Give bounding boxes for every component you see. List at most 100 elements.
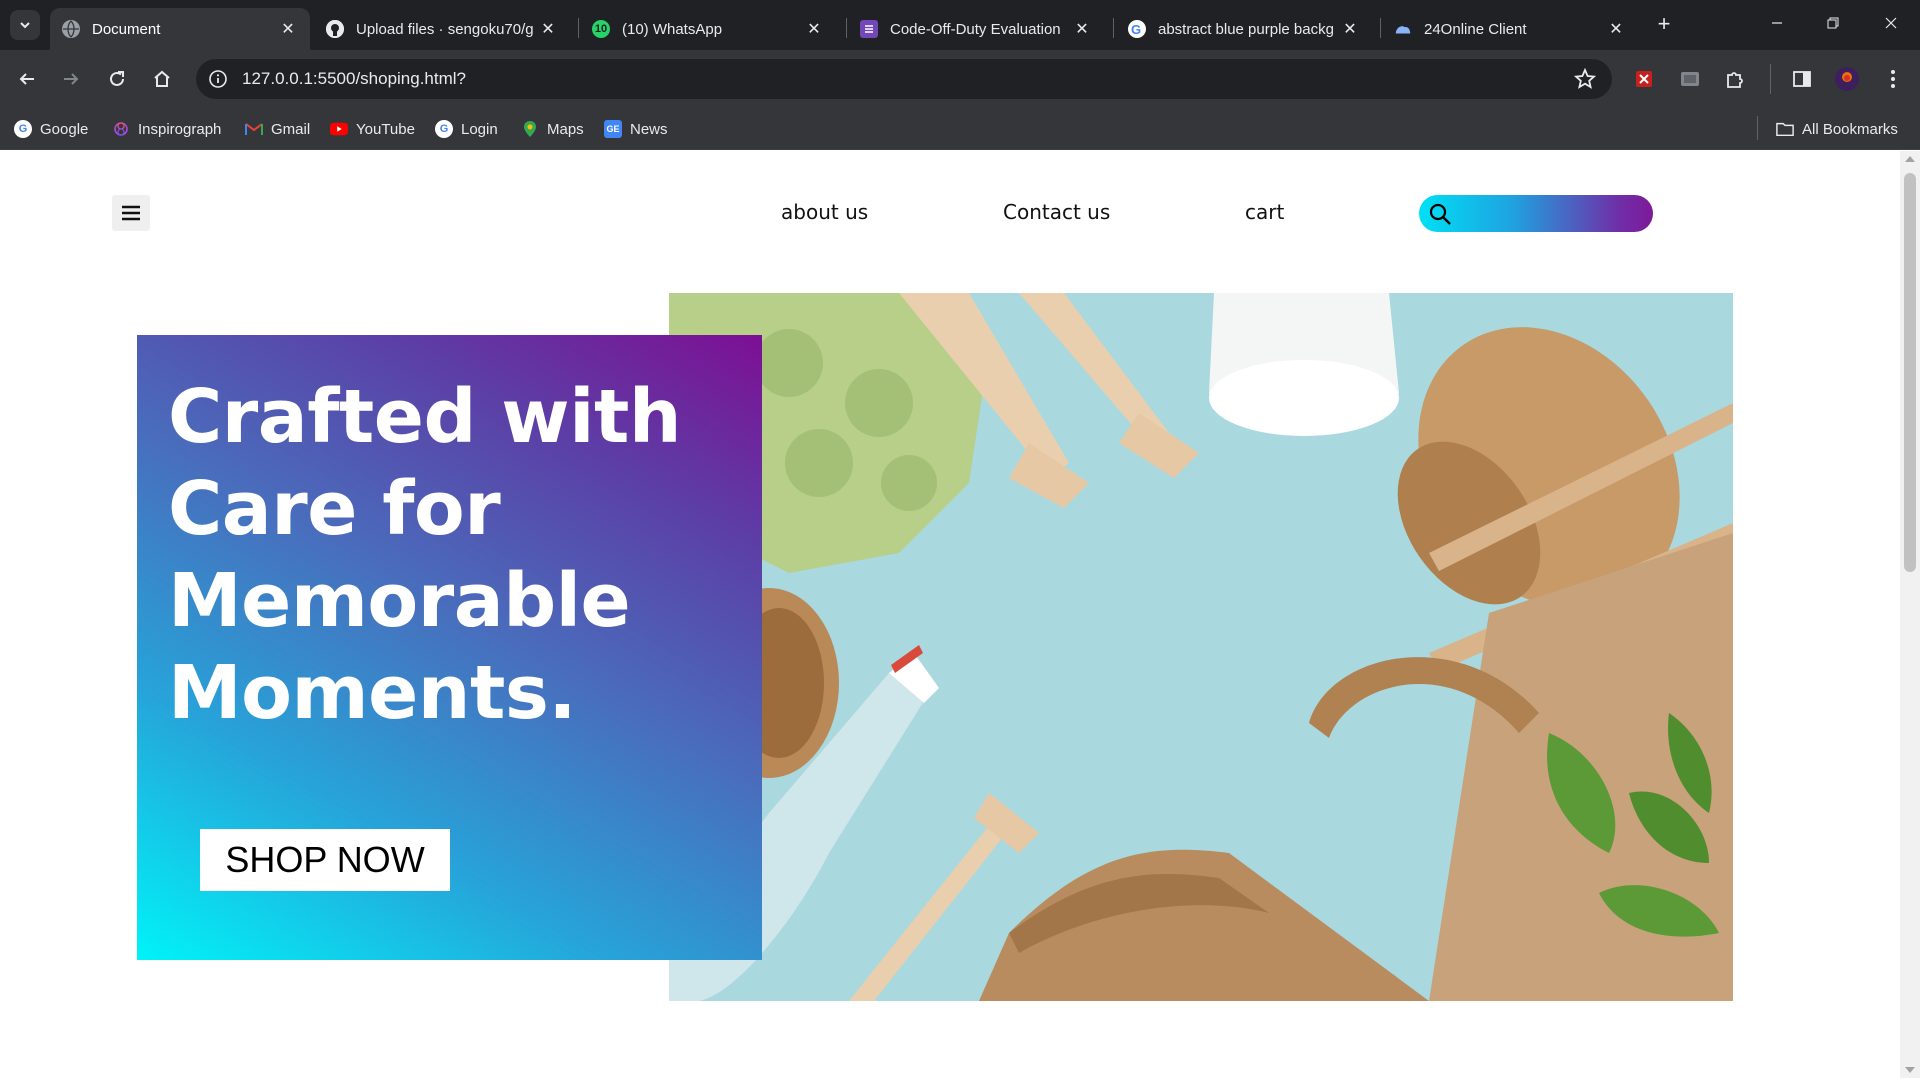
home-button[interactable] — [147, 64, 177, 94]
github-icon — [326, 20, 344, 38]
new-tab-button[interactable]: + — [1652, 12, 1676, 36]
extension-red-icon — [1636, 71, 1652, 87]
profile-button[interactable] — [1834, 66, 1860, 92]
youtube-icon — [330, 120, 348, 138]
chevron-down-icon — [20, 22, 30, 29]
tab-title: (10) WhatsApp — [622, 20, 723, 38]
spirograph-icon — [112, 120, 130, 138]
arrow-left-icon — [19, 73, 34, 85]
bookmark-label: News — [630, 120, 668, 138]
nav-about-link[interactable]: about us — [781, 200, 868, 224]
screenshot-extension-icon — [1681, 72, 1699, 86]
nav-contact-link[interactable]: Contact us — [1003, 200, 1110, 224]
eco-tableware-photo — [669, 293, 1733, 1001]
google-icon: G — [1128, 20, 1146, 38]
nav-cart-link[interactable]: cart — [1245, 200, 1284, 224]
forms-icon — [860, 20, 878, 38]
info-icon[interactable] — [206, 67, 230, 91]
scroll-up-arrow-icon[interactable] — [1905, 156, 1915, 162]
avatar — [1835, 67, 1859, 91]
news-icon: GE — [604, 120, 622, 138]
browser-menu-button[interactable] — [1880, 66, 1906, 92]
tab-title: Document — [92, 20, 161, 38]
home-icon — [154, 70, 170, 87]
tab-separator — [1113, 18, 1114, 38]
scrollbar-thumb[interactable] — [1904, 173, 1916, 572]
search-icon — [1429, 203, 1451, 225]
bookmark-label: Maps — [547, 120, 584, 138]
globe-icon — [62, 20, 80, 38]
tab-strip: Document ✕ Upload files · sengoku70/g ✕ … — [0, 0, 1920, 50]
reload-button[interactable] — [102, 64, 132, 94]
maps-pin-icon — [521, 120, 539, 138]
tab-title: 24Online Client — [1424, 20, 1527, 38]
tab-google-search[interactable]: G abstract blue purple backg ✕ — [1116, 8, 1372, 50]
google-icon: G — [14, 120, 32, 138]
bookmark-maps[interactable]: Maps — [521, 118, 584, 140]
tab-separator — [1380, 18, 1381, 38]
tab-title: abstract blue purple backg — [1158, 20, 1334, 38]
menu-button[interactable] — [112, 195, 150, 231]
extension-button[interactable] — [1677, 66, 1703, 92]
close-icon[interactable]: ✕ — [1606, 19, 1626, 39]
svg-text:G: G — [1131, 22, 1141, 36]
bookmark-inspirograph[interactable]: Inspirograph — [112, 118, 221, 140]
window-close-button[interactable] — [1868, 10, 1914, 40]
forward-button[interactable] — [56, 64, 86, 94]
bookmark-news[interactable]: GE News — [604, 118, 668, 140]
bookmark-gmail[interactable]: Gmail — [245, 118, 310, 140]
address-bar[interactable]: 127.0.0.1:5500/shoping.html? — [196, 59, 1612, 99]
close-icon[interactable]: ✕ — [278, 19, 298, 39]
tab-search-button[interactable] — [10, 10, 40, 40]
star-icon[interactable] — [1573, 67, 1597, 95]
tab-forms[interactable]: Code-Off-Duty Evaluation ✕ — [848, 8, 1104, 50]
restore-button[interactable] — [1810, 10, 1856, 40]
tab-title: Code-Off-Duty Evaluation — [890, 20, 1061, 38]
hamburger-icon — [122, 205, 140, 221]
tab-whatsapp[interactable]: 10 (10) WhatsApp ✕ — [580, 8, 836, 50]
close-icon[interactable]: ✕ — [538, 19, 558, 39]
back-button[interactable] — [12, 64, 42, 94]
tab-separator — [846, 18, 847, 38]
hero-title: Crafted with Care for Memorable Moments. — [168, 374, 682, 736]
bookmark-login[interactable]: G Login — [435, 118, 498, 140]
page-viewport: about us Contact us cart Crafted with Ca… — [0, 151, 1900, 1078]
search-input[interactable] — [1419, 195, 1653, 232]
toolbar-separator — [1770, 64, 1771, 94]
hero-card: Crafted with Care for Memorable Moments.… — [137, 335, 762, 960]
close-icon[interactable]: ✕ — [1340, 19, 1360, 39]
cloud-icon — [1394, 20, 1412, 38]
side-panel-icon — [1793, 71, 1811, 87]
url-text[interactable]: 127.0.0.1:5500/shoping.html? — [242, 59, 466, 99]
bookmark-youtube[interactable]: YouTube — [330, 118, 415, 140]
shop-now-button[interactable]: SHOP NOW — [200, 829, 450, 891]
folder-icon — [1776, 120, 1794, 138]
bookmark-label: Inspirograph — [138, 120, 222, 138]
bookmarks-bar: G Google Inspirograph Gmail YouTube G Lo… — [0, 108, 1920, 150]
bookmarks-separator — [1757, 116, 1758, 140]
bookmark-label: Gmail — [271, 120, 311, 138]
bookmark-label: YouTube — [356, 120, 415, 138]
side-panel-button[interactable] — [1789, 66, 1815, 92]
bookmark-google[interactable]: G Google — [14, 118, 88, 140]
whatsapp-icon: 10 — [592, 20, 610, 38]
tab-24online[interactable]: 24Online Client ✕ — [1382, 8, 1638, 50]
google-icon: G — [435, 120, 453, 138]
minimize-button[interactable] — [1754, 10, 1800, 40]
more-vert-icon — [1891, 70, 1895, 88]
close-icon — [1885, 17, 1897, 29]
all-bookmarks-button[interactable]: All Bookmarks — [1776, 118, 1898, 140]
hero-image — [669, 293, 1733, 1001]
extensions-menu-button[interactable] — [1722, 66, 1748, 92]
extension-button[interactable] — [1631, 66, 1657, 92]
tab-separator — [578, 18, 579, 38]
bookmark-label: Login — [461, 120, 498, 138]
vertical-scrollbar[interactable] — [1900, 151, 1920, 1078]
puzzle-icon — [1727, 72, 1743, 88]
minimize-icon — [1772, 22, 1782, 24]
close-icon[interactable]: ✕ — [1072, 19, 1092, 39]
tab-document[interactable]: Document ✕ — [50, 8, 310, 50]
tab-github[interactable]: Upload files · sengoku70/g ✕ — [314, 8, 570, 50]
scroll-down-arrow-icon[interactable] — [1905, 1067, 1915, 1073]
close-icon[interactable]: ✕ — [804, 19, 824, 39]
